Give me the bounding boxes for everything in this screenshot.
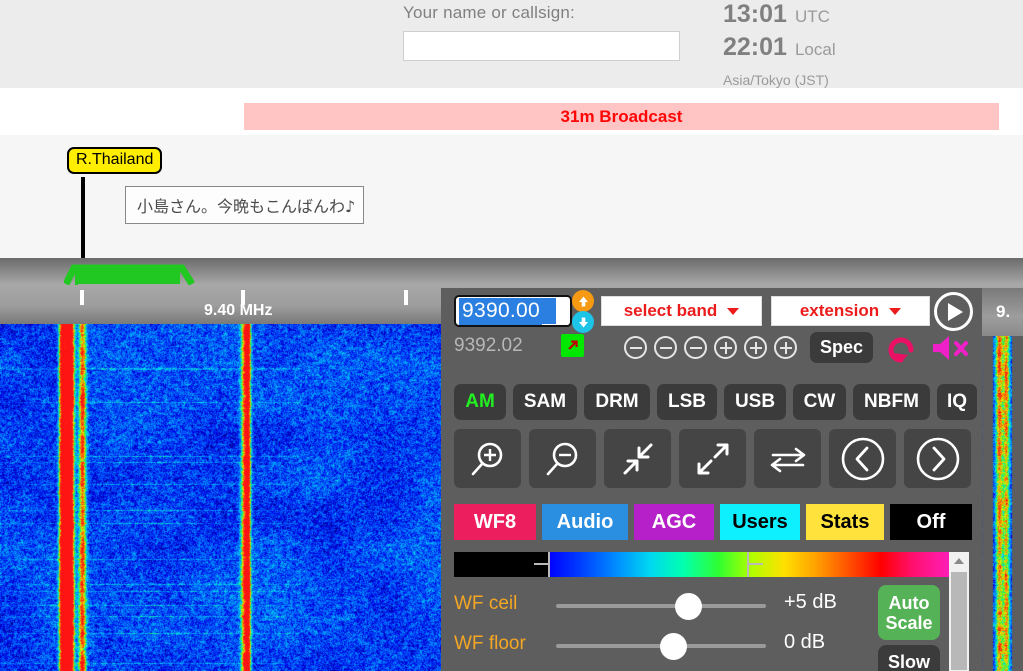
mode-button-cw[interactable]: CW [793,384,846,420]
stats-button[interactable]: Stats [806,504,884,540]
spec-button[interactable]: Spec [810,332,873,363]
mode-button-iq[interactable]: IQ [937,384,977,420]
timezone-label: Asia/Tokyo (JST) [723,72,829,88]
undo-icon[interactable] [885,332,917,364]
auto-scale-line1: Auto [888,592,930,613]
panel-scrollbar-thumb[interactable] [951,572,967,670]
play-triangle [948,302,963,321]
users-button[interactable]: Users [720,504,800,540]
zoom-max-icon[interactable] [679,429,746,488]
off-button[interactable]: Off [890,504,972,540]
wf-floor-label: WF floor [454,633,526,654]
scale-label-center: 9.40 MHz [204,302,273,319]
clock-group: 13:01 UTC 22:01 Local Asia/Tokyo (JST) [723,0,836,88]
scale-tick-1 [80,290,84,305]
panel-scrollbar[interactable] [949,552,969,671]
scale-tick-3 [404,290,408,305]
colormap-floor-marker[interactable] [548,552,550,577]
station-label-area: R.Thailand 小島さん。今晩もこんばんわ♪ [0,135,1023,258]
top-bar: Your name or callsign: 13:01 UTC 22:01 L… [0,0,1023,88]
mute-icon[interactable] [930,334,972,362]
band-banner-text: 31m Broadcast [560,106,683,126]
mode-button-am[interactable]: AM [454,384,506,420]
arrow-up-icon[interactable] [572,290,594,312]
callsign-label: Your name or callsign: [403,3,575,22]
chevron-down-icon [727,307,740,315]
frequency-secondary-display: 9392.02 [454,335,523,356]
chevron-down-icon [889,307,902,315]
page-right-icon[interactable] [904,429,971,488]
wf-ceil-label: WF ceil [454,593,518,614]
frequency-input-value: 9390.00 [459,297,543,325]
callsign-group: Your name or callsign: [403,3,680,61]
band-select-dropdown[interactable]: select band [601,296,762,326]
step-down-3-button[interactable] [624,336,647,359]
slow-button[interactable]: Slow [878,645,940,671]
audio-button[interactable]: Audio [542,504,628,540]
wf-floor-slider-knob[interactable] [660,633,687,660]
frequency-input[interactable]: 9390.00 [454,295,572,327]
colormap-bar[interactable] [454,552,954,577]
wf8-button[interactable]: WF8 [454,504,536,540]
zoom-out-icon[interactable] [529,429,596,488]
chevron-up-icon[interactable] [949,552,969,570]
mode-button-usb[interactable]: USB [724,384,786,420]
station-message-box: 小島さん。今晩もこんばんわ♪ [125,186,364,224]
mode-button-drm[interactable]: DRM [584,384,650,420]
arrow-down-icon[interactable] [572,311,594,333]
zoom-in-icon[interactable] [454,429,521,488]
mode-button-lsb[interactable]: LSB [657,384,717,420]
control-panel: 9390.00 select band extension 9392.02 Sp… [441,288,982,671]
band-select-label: select band [623,301,718,320]
wf-third-slider-row: WF [454,665,924,671]
play-icon[interactable] [934,292,973,331]
wf-ceil-slider-knob[interactable] [675,593,702,620]
spectrum-scale-right-partial: 9. [982,288,1023,336]
colormap-floor-marker-arm [534,563,548,565]
auto-scale-button[interactable]: Auto Scale [878,585,940,640]
frequency-input-caret [542,298,557,324]
step-up-3-button[interactable] [774,336,797,359]
page-left-icon[interactable] [829,429,896,488]
station-tag-stem [81,177,85,258]
kiwisdr-page: Your name or callsign: 13:01 UTC 22:01 L… [0,0,1023,671]
step-down-2-button[interactable] [654,336,677,359]
wf-ceil-slider[interactable] [556,604,766,608]
local-clock-row: 22:01 Local [723,33,836,66]
mode-button-sam[interactable]: SAM [513,384,577,420]
callsign-input[interactable] [403,31,680,61]
wf-ceil-slider-row: WF ceil +5 dB [454,585,924,627]
step-down-1-button[interactable] [684,336,707,359]
colormap-ceil-marker-arm [749,563,763,565]
wf-ceil-value: +5 dB [784,591,837,613]
station-tag-r-thailand[interactable]: R.Thailand [67,147,163,174]
extension-select-label: extension [799,301,880,320]
mode-button-nbfm[interactable]: NBFM [853,384,930,420]
auto-scale-line2: Scale [885,612,933,633]
step-up-2-button[interactable] [744,336,767,359]
extension-select-dropdown[interactable]: extension [771,296,930,326]
band-banner: 31m Broadcast [244,103,999,130]
passband-indicator[interactable] [64,263,195,285]
external-link-icon[interactable] [561,334,584,357]
utc-label: UTC [794,7,830,26]
zoom-to-selection-icon[interactable] [604,429,671,488]
utc-clock-row: 13:01 UTC [723,0,836,33]
local-time: 22:01 [723,33,787,61]
banner-strip: 31m Broadcast [0,88,1023,135]
step-up-1-button[interactable] [714,336,737,359]
wf-floor-value: 0 dB [784,631,826,653]
wf-floor-slider-row: WF floor 0 dB [454,625,924,667]
agc-button[interactable]: AGC [634,504,714,540]
utc-time: 13:01 [723,0,787,28]
zoom-span-icon[interactable] [754,429,821,488]
local-label: Local [794,40,836,59]
